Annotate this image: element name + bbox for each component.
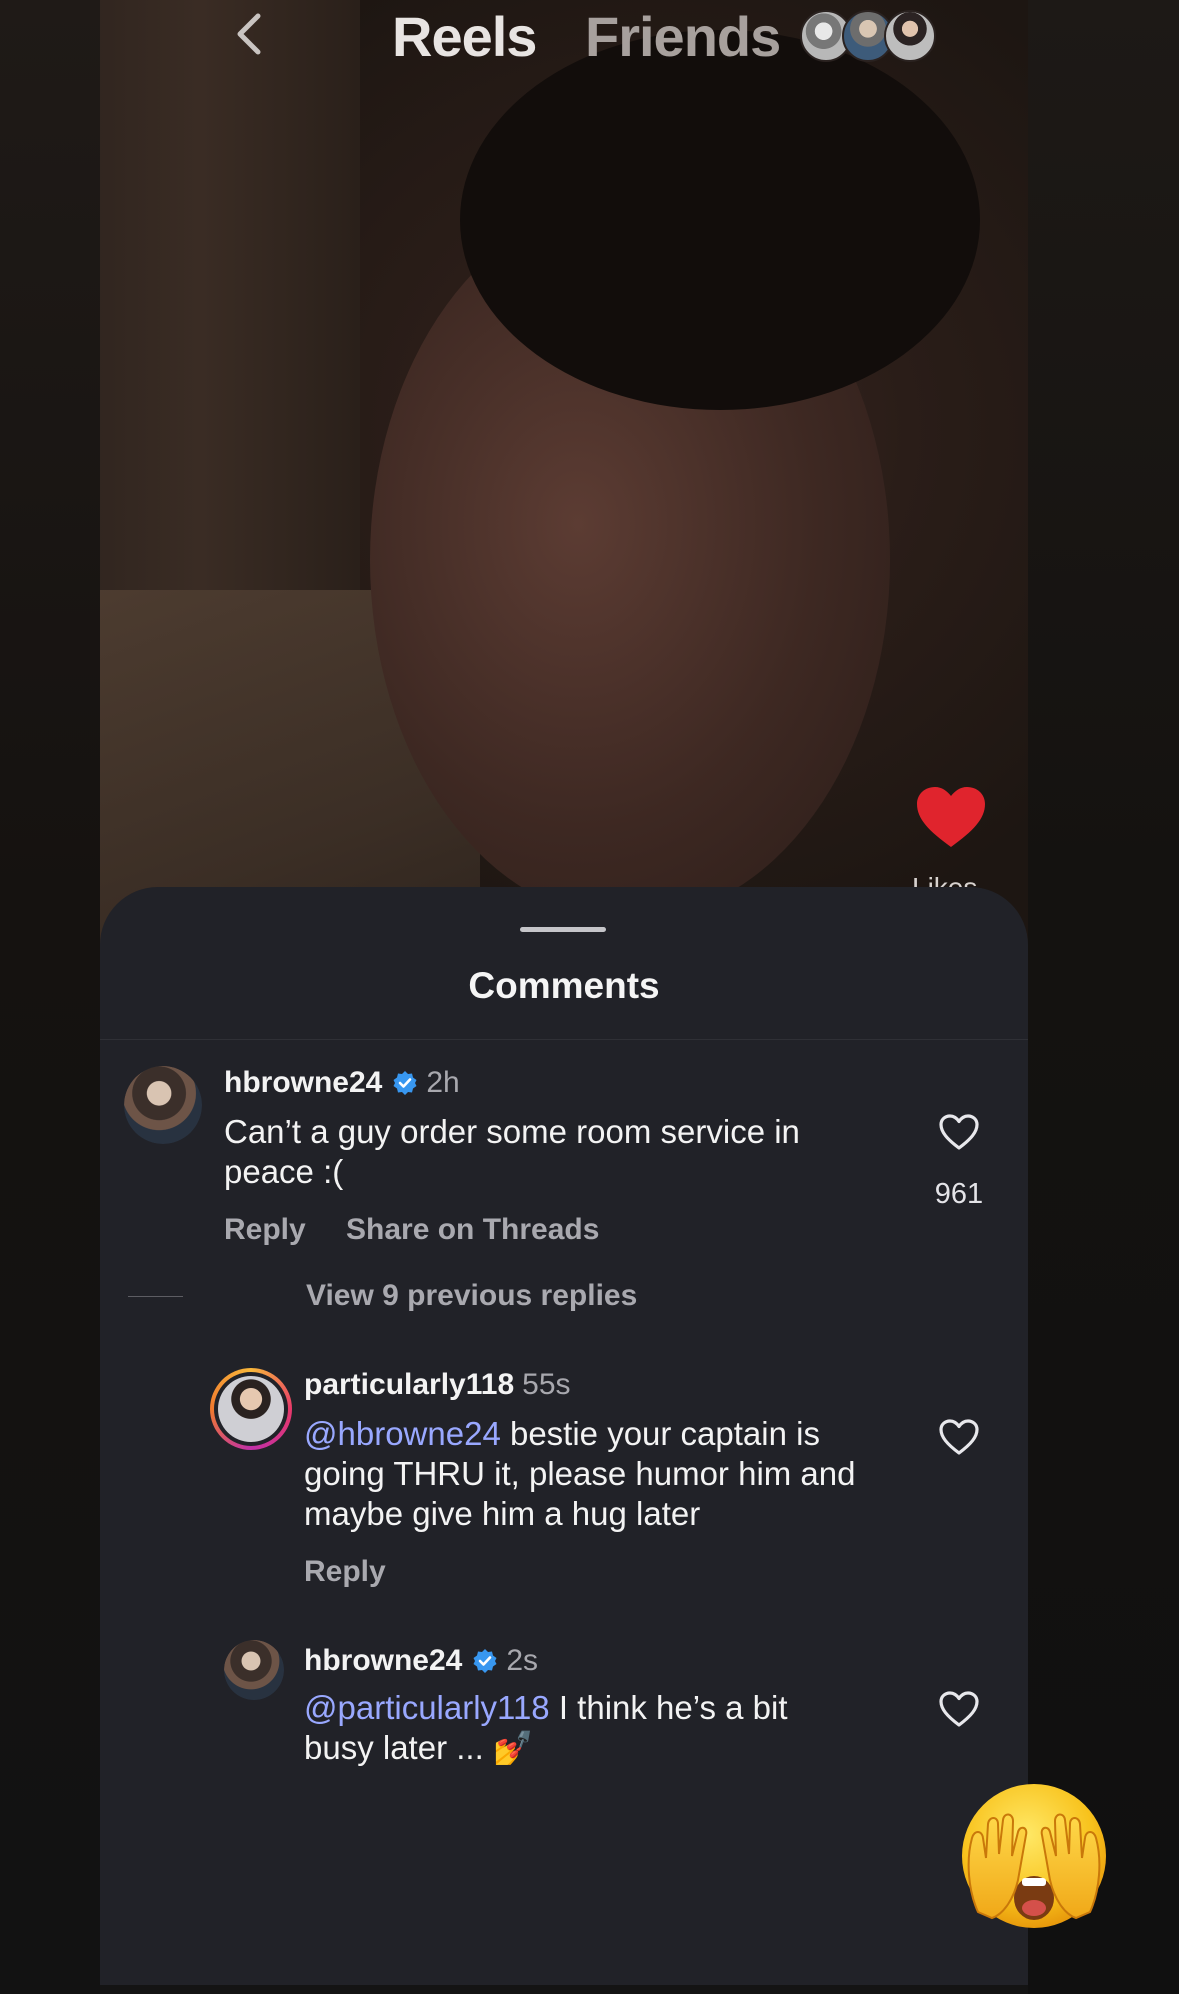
comment-text: Can’t a guy order some room service in p… <box>224 1113 800 1190</box>
reply-button[interactable]: Reply <box>304 1555 386 1589</box>
comment-time: 2h <box>426 1066 460 1099</box>
background-left <box>0 0 100 1994</box>
reply-meta: hbrowne24 2s <box>304 1644 538 1678</box>
avatar[interactable] <box>124 1066 202 1144</box>
view-previous-replies-button[interactable]: View 9 previous replies <box>306 1279 637 1313</box>
verified-badge-icon <box>393 1071 417 1095</box>
like-count: 961 <box>934 1178 984 1210</box>
heart-outline-icon[interactable] <box>938 1418 980 1456</box>
reply-meta: particularly118 55s <box>304 1368 571 1402</box>
verified-badge-icon <box>473 1649 497 1673</box>
video-background-curtain <box>100 0 360 640</box>
reel-video[interactable] <box>100 0 1028 960</box>
heart-outline-icon[interactable] <box>938 1113 980 1151</box>
mention-link[interactable]: @hbrowne24 <box>304 1415 501 1452</box>
reply-button[interactable]: Reply <box>224 1213 306 1247</box>
reply-username[interactable]: particularly118 <box>304 1368 514 1402</box>
tab-reels[interactable]: Reels <box>392 4 537 69</box>
chevron-left-icon[interactable] <box>230 12 270 56</box>
friends-avatars-icon[interactable] <box>800 10 936 62</box>
nail-polish-emoji: 💅 <box>492 1729 535 1766</box>
reply-username[interactable]: hbrowne24 <box>304 1644 462 1678</box>
divider <box>100 1039 1028 1040</box>
replies-divider <box>128 1296 183 1297</box>
reply-time: 2s <box>506 1644 539 1677</box>
reply-text: @particularly118 I think he’s a bit busy… <box>304 1688 864 1768</box>
friend-avatar <box>884 10 936 62</box>
sheet-grabber[interactable] <box>520 927 606 932</box>
avatar-with-story-ring[interactable] <box>210 1368 292 1450</box>
heart-filled-icon[interactable] <box>915 785 987 849</box>
video-person-hair <box>460 30 980 410</box>
mention-link[interactable]: @particularly118 <box>304 1689 550 1726</box>
heart-outline-icon[interactable] <box>938 1690 980 1728</box>
comments-title: Comments <box>468 965 660 1006</box>
reply-time: 55s <box>522 1368 571 1401</box>
tab-friends[interactable]: Friends <box>585 4 781 69</box>
face-with-hands-over-eyes-emoji <box>962 1784 1106 1928</box>
comment-meta: hbrowne24 2h <box>224 1066 460 1100</box>
comment-username[interactable]: hbrowne24 <box>224 1066 382 1100</box>
reels-header: Reels Friends <box>100 0 1028 70</box>
share-on-threads-button[interactable]: Share on Threads <box>346 1213 599 1247</box>
background-right <box>1028 0 1179 1994</box>
reply-text: @hbrowne24 bestie your captain is going … <box>304 1414 904 1534</box>
avatar[interactable] <box>224 1640 284 1700</box>
